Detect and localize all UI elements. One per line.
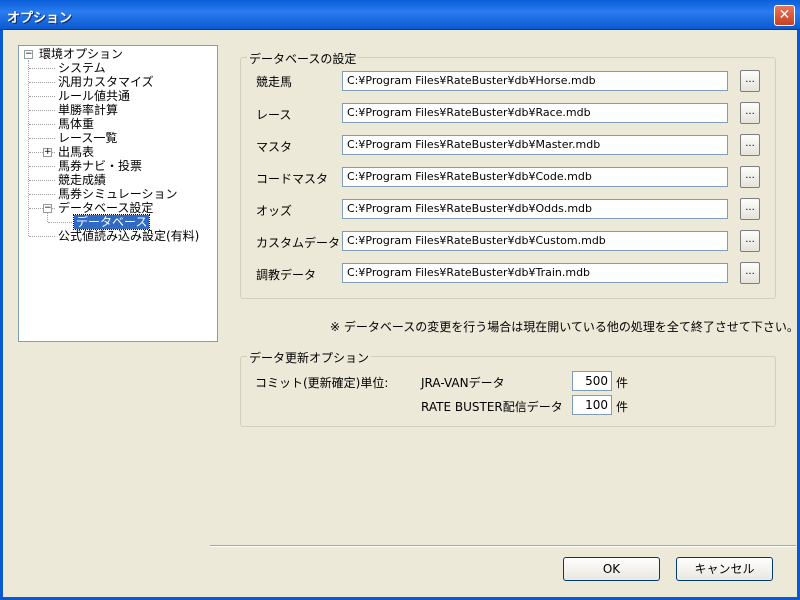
group-title: データベースの設定 bbox=[247, 50, 359, 67]
tree-connector bbox=[29, 124, 55, 125]
db-label-code: コードマスタ bbox=[256, 172, 329, 186]
tree-guide-line bbox=[28, 60, 29, 236]
tree-node[interactable]: 馬券シミュレーション bbox=[58, 187, 178, 201]
browse-master-button[interactable]: ... bbox=[740, 134, 760, 156]
tree-node-selected[interactable]: データベース bbox=[72, 214, 151, 230]
tree-node[interactable]: ルール値共通 bbox=[58, 89, 130, 103]
tree-connector bbox=[29, 68, 55, 69]
tree-node[interactable]: システム bbox=[58, 61, 106, 75]
db-label-race: レース bbox=[256, 108, 292, 122]
db-label-custom: カスタムデータ bbox=[256, 236, 341, 250]
tree-node[interactable]: 単勝率計算 bbox=[58, 103, 118, 117]
window-title: オプション bbox=[7, 11, 73, 26]
tree-connector bbox=[29, 166, 55, 167]
browse-odds-button[interactable]: ... bbox=[740, 198, 760, 220]
browse-horse-button[interactable]: ... bbox=[740, 70, 760, 92]
title-bar: オプション ✕ bbox=[0, 0, 800, 30]
tree-node[interactable]: 競走成績 bbox=[58, 173, 106, 187]
commit-unit-label: コミット(更新確定)単位: bbox=[255, 376, 389, 390]
unit-label: 件 bbox=[616, 400, 629, 414]
tree-connector bbox=[29, 194, 55, 195]
db-path-horse-input[interactable]: C:¥Program Files¥RateBuster¥db¥Horse.mdb bbox=[342, 71, 728, 91]
browse-race-button[interactable]: ... bbox=[740, 102, 760, 124]
db-label-horse: 競走馬 bbox=[256, 75, 293, 89]
tree-connector bbox=[29, 82, 55, 83]
db-label-train: 調教データ bbox=[256, 268, 317, 282]
tree-node[interactable]: 馬券ナビ・投票 bbox=[58, 159, 142, 173]
cancel-button[interactable]: キャンセル bbox=[676, 557, 773, 581]
jra-van-commit-input[interactable]: 500 bbox=[572, 371, 612, 391]
tree-node[interactable]: 公式値読み込み設定(有料) bbox=[58, 229, 199, 243]
rate-buster-label: RATE BUSTER配信データ bbox=[421, 400, 563, 414]
browse-train-button[interactable]: ... bbox=[740, 262, 760, 284]
tree-connector bbox=[29, 96, 55, 97]
data-update-group: データ更新オプション bbox=[240, 349, 776, 427]
rate-buster-commit-input[interactable]: 100 bbox=[572, 395, 612, 415]
tree-connector bbox=[29, 138, 55, 139]
tree-connector bbox=[29, 180, 55, 181]
close-icon[interactable]: ✕ bbox=[774, 5, 795, 26]
db-path-race-input[interactable]: C:¥Program Files¥RateBuster¥db¥Race.mdb bbox=[342, 103, 728, 123]
unit-label: 件 bbox=[616, 376, 629, 390]
expand-icon[interactable]: + bbox=[43, 148, 52, 157]
browse-custom-button[interactable]: ... bbox=[740, 230, 760, 252]
db-path-custom-input[interactable]: C:¥Program Files¥RateBuster¥db¥Custom.md… bbox=[342, 231, 728, 251]
db-path-master-input[interactable]: C:¥Program Files¥RateBuster¥db¥Master.md… bbox=[342, 135, 728, 155]
tree-node[interactable]: レース一覧 bbox=[58, 131, 117, 145]
tree-connector bbox=[48, 222, 72, 223]
tree-node[interactable]: 汎用カスタマイズ bbox=[58, 75, 154, 89]
group-title: データ更新オプション bbox=[247, 349, 372, 366]
tree-node[interactable]: 出馬表 bbox=[58, 145, 94, 159]
tree-node[interactable]: 馬体重 bbox=[58, 117, 94, 131]
collapse-icon[interactable]: − bbox=[43, 204, 52, 213]
db-path-code-input[interactable]: C:¥Program Files¥RateBuster¥db¥Code.mdb bbox=[342, 167, 728, 187]
db-label-odds: オッズ bbox=[256, 204, 293, 218]
ok-button[interactable]: OK bbox=[563, 557, 660, 581]
tree-node[interactable]: データベース設定 bbox=[58, 201, 153, 215]
db-path-train-input[interactable]: C:¥Program Files¥RateBuster¥db¥Train.mdb bbox=[342, 263, 728, 283]
tree-node-root[interactable]: 環境オプション bbox=[39, 47, 123, 61]
db-label-master: マスタ bbox=[256, 140, 293, 154]
db-path-odds-input[interactable]: C:¥Program Files¥RateBuster¥db¥Odds.mdb bbox=[342, 199, 728, 219]
tree-connector bbox=[29, 110, 55, 111]
jra-van-label: JRA-VANデータ bbox=[421, 376, 505, 390]
tree-connector bbox=[29, 236, 55, 237]
footer-separator bbox=[210, 545, 796, 547]
warning-note: ※ データベースの変更を行う場合は現在開いている他の処理を全て終了させて下さい。 bbox=[330, 320, 799, 334]
options-tree[interactable]: − 環境オプション システム 汎用カスタマイズ ルール値共通 単勝率計算 馬体重… bbox=[18, 45, 218, 342]
browse-code-button[interactable]: ... bbox=[740, 166, 760, 188]
collapse-icon[interactable]: − bbox=[24, 50, 33, 59]
